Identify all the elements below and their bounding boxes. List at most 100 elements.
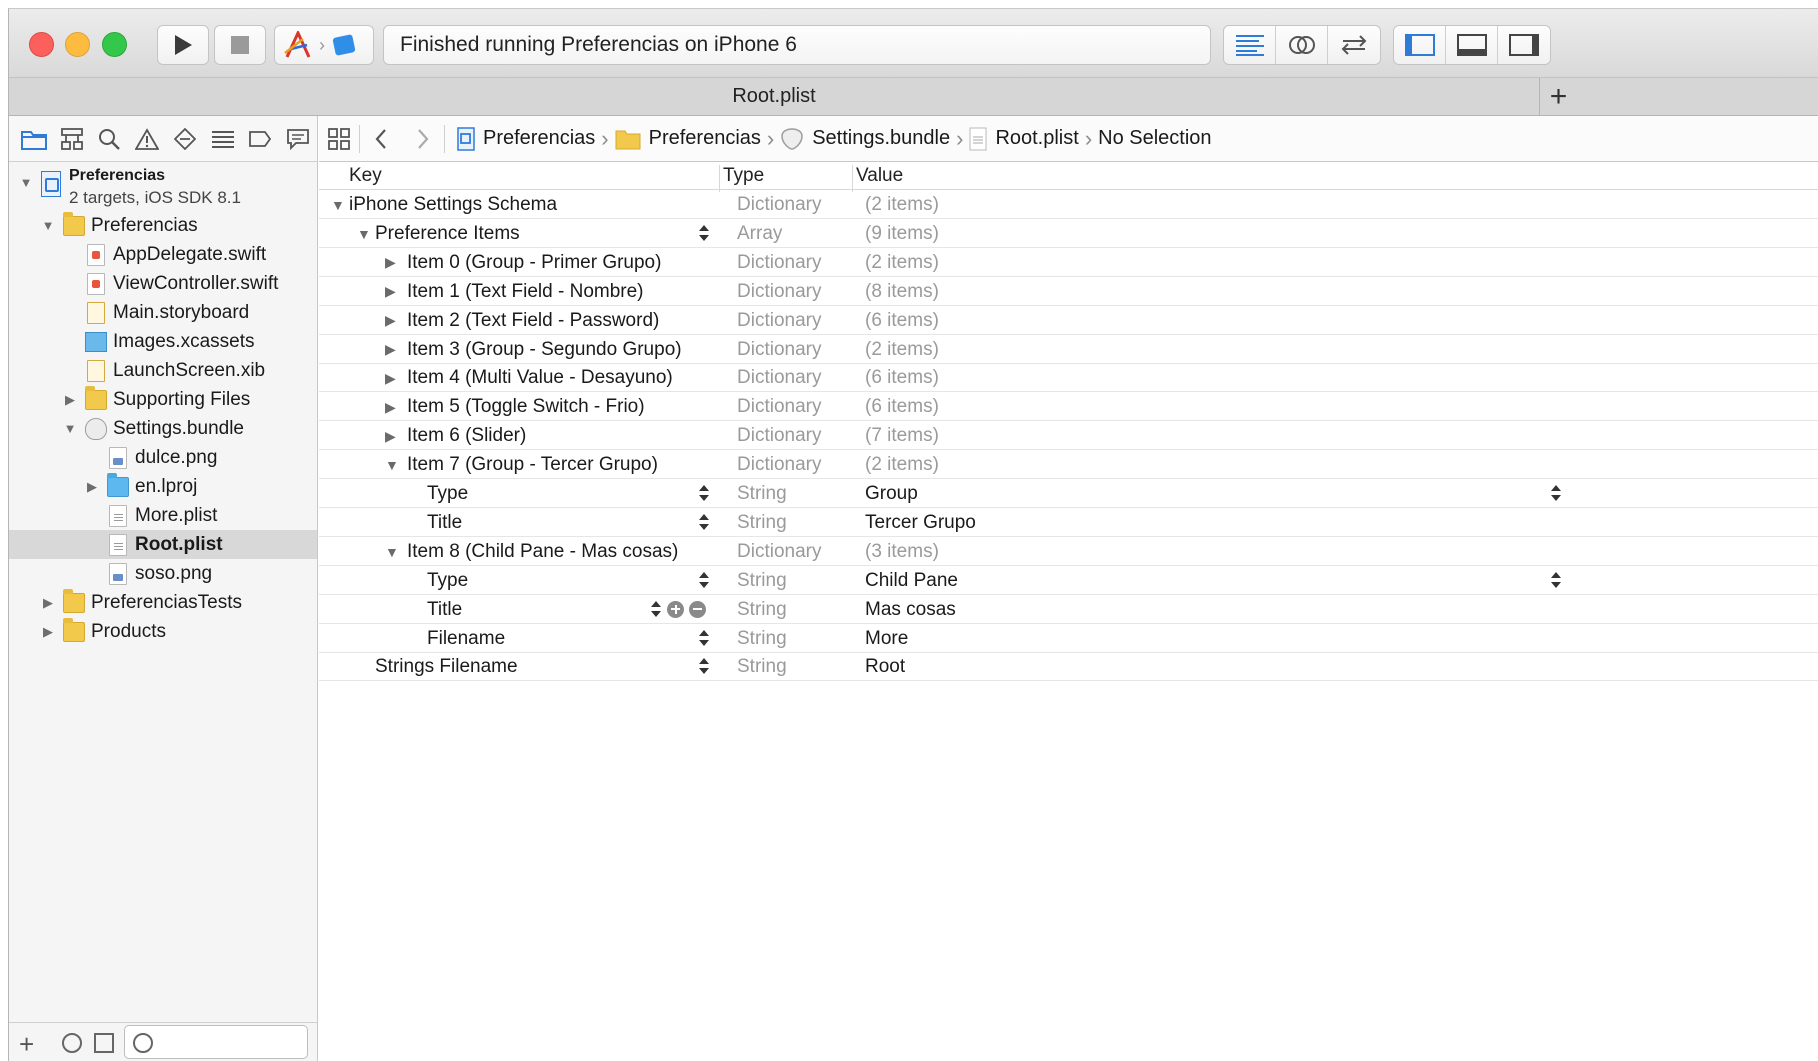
plist-row[interactable]: ▼ iPhone Settings Schema Dictionary (2 item… [319,190,1818,219]
plist-row[interactable]: ▼ Item 8 (Child Pane - Mas cosas) Dictiona… [319,537,1818,566]
plist-key-cell[interactable]: Type [409,483,468,505]
disclosure-closed-icon[interactable]: ▶ [41,624,55,639]
plist-row[interactable]: Title String Tercer Grupo [319,508,1818,537]
standard-editor-button[interactable] [1224,26,1276,64]
plist-type-cell[interactable]: Dictionary [737,425,821,447]
plist-type-cell[interactable]: Dictionary [737,396,821,418]
sidebar-item[interactable]: More.plist [9,501,317,530]
plist-type-cell[interactable]: Dictionary [737,252,821,274]
test-navigator-tab[interactable] [166,116,204,162]
plist-value-cell[interactable]: Mas cosas [865,599,956,621]
plist-row[interactable]: Strings Filename String Root [319,652,1818,682]
add-tab-button[interactable]: + [1539,78,1577,115]
run-button[interactable] [157,25,209,65]
disclosure-closed-icon[interactable]: ▶ [63,392,77,407]
plist-row[interactable]: Title String Mas cosas [319,595,1818,624]
plist-key-cell[interactable]: ▼ Preference Items [357,223,520,245]
sidebar-item[interactable]: Root.plist [9,530,317,559]
plist-key-cell[interactable]: ▼ iPhone Settings Schema [331,194,557,216]
navigator-toggle-button[interactable] [1394,26,1446,64]
plist-type-cell[interactable]: String [737,599,787,621]
disclosure-open-icon[interactable]: ▼ [63,421,77,436]
stop-button[interactable] [214,25,266,65]
plist-row[interactable]: Type String Group [319,479,1818,508]
plist-row[interactable]: ▶ Item 3 (Group - Segundo Grupo) Dictionar… [319,335,1818,364]
recent-files-clock-icon[interactable] [62,1033,82,1053]
navigator-filter-input[interactable] [124,1025,308,1059]
related-items-button[interactable] [319,116,359,162]
disclosure-open-icon[interactable]: ▼ [41,218,55,233]
value-popup-stepper-icon[interactable] [1551,484,1561,502]
sidebar-item[interactable]: soso.png [9,559,317,588]
project-navigator-tab[interactable] [15,116,53,162]
key-stepper-icon[interactable] [699,513,709,531]
crumb-file[interactable]: Root.plist [969,127,1079,151]
sidebar-item[interactable]: ▶ Supporting Files [9,385,317,414]
sidebar-item[interactable]: ▼ Settings.bundle [9,414,317,443]
plist-key-cell[interactable]: ▶ Item 5 (Toggle Switch - Frio) [385,396,645,418]
plist-row[interactable]: ▶ Item 1 (Text Field - Nombre) Dictionary (… [319,277,1818,306]
plist-type-cell[interactable]: Dictionary [737,454,821,476]
plist-key-cell[interactable]: Type [409,570,468,592]
crumb-project[interactable]: Preferencias [457,126,595,151]
forward-button[interactable] [402,116,444,162]
disclosure-open-icon[interactable]: ▼ [385,544,407,560]
type-column-header[interactable]: Type [723,165,764,187]
breakpoint-navigator-tab[interactable] [242,116,280,162]
plist-value-cell[interactable]: Group [865,483,918,505]
crumb-bundle[interactable]: Settings.bundle [780,127,950,151]
back-button[interactable] [360,116,402,162]
close-window-button[interactable] [29,32,54,57]
plist-value-cell[interactable]: Root [865,656,905,678]
plist-type-cell[interactable]: Dictionary [737,367,821,389]
plist-row[interactable]: ▶ Item 4 (Multi Value - Desayuno) Dictiona… [319,363,1818,393]
disclosure-open-icon[interactable]: ▼ [19,175,33,190]
plist-key-cell[interactable]: Filename [409,628,505,650]
disclosure-closed-icon[interactable]: ▶ [385,428,407,445]
disclosure-closed-icon[interactable]: ▶ [385,312,407,329]
column-divider[interactable] [719,165,720,192]
tab-root-plist[interactable]: Root.plist [9,78,1539,115]
key-stepper-icon[interactable] [699,657,709,675]
plist-value-cell[interactable]: Child Pane [865,570,958,592]
version-editor-button[interactable] [1328,26,1380,64]
plist-type-cell[interactable]: String [737,656,787,678]
disclosure-closed-icon[interactable]: ▶ [385,254,407,271]
plist-key-cell[interactable]: ▶ Item 3 (Group - Segundo Grupo) [385,339,682,361]
plist-type-cell[interactable]: String [737,628,787,650]
plist-row[interactable]: Type String Child Pane [319,566,1818,595]
disclosure-closed-icon[interactable]: ▶ [385,341,407,358]
plist-row[interactable]: ▶ Item 6 (Slider) Dictionary (7 items) [319,421,1818,451]
disclosure-open-icon[interactable]: ▼ [385,457,407,473]
plist-row[interactable]: ▼ Preference Items Array (9 items) [319,219,1818,248]
plist-row[interactable]: ▶ Item 2 (Text Field - Password) Dictionar… [319,306,1818,335]
sidebar-item[interactable]: ▼ Preferencias [9,211,317,240]
remove-row-minus-icon[interactable] [689,600,706,618]
plist-type-cell[interactable]: Dictionary [737,541,821,563]
plist-key-cell[interactable]: ▶ Item 0 (Group - Primer Grupo) [385,252,661,274]
zoom-window-button[interactable] [102,32,127,57]
key-column-header[interactable]: Key [349,165,382,187]
column-divider[interactable] [852,165,853,192]
sidebar-item[interactable]: ▶ en.lproj [9,472,317,501]
sidebar-item[interactable]: ViewController.swift [9,269,317,298]
assistant-editor-button[interactable] [1276,26,1328,64]
plist-key-cell[interactable]: ▶ Item 4 (Multi Value - Desayuno) [385,367,673,389]
disclosure-closed-icon[interactable]: ▶ [385,370,407,387]
plist-type-cell[interactable]: String [737,483,787,505]
plist-type-cell[interactable]: Dictionary [737,339,821,361]
disclosure-closed-icon[interactable]: ▶ [385,399,407,416]
report-navigator-tab[interactable] [279,116,317,162]
key-stepper-icon[interactable] [651,600,661,618]
sidebar-item[interactable]: dulce.png [9,443,317,472]
plist-row[interactable]: ▼ Item 7 (Group - Tercer Grupo) Dictionary… [319,450,1818,480]
plist-type-cell[interactable]: Array [737,223,782,245]
disclosure-closed-icon[interactable]: ▶ [385,283,407,300]
key-stepper-icon[interactable] [699,629,709,647]
disclosure-closed-icon[interactable]: ▶ [85,479,99,494]
project-root-row[interactable]: ▼ Preferencias 2 targets, iOS SDK 8.1 [9,163,317,211]
plist-value-cell[interactable]: More [865,628,908,650]
plist-key-cell[interactable]: ▼ Item 8 (Child Pane - Mas cosas) [385,541,678,563]
plist-type-cell[interactable]: Dictionary [737,310,821,332]
disclosure-open-icon[interactable]: ▼ [331,197,349,213]
